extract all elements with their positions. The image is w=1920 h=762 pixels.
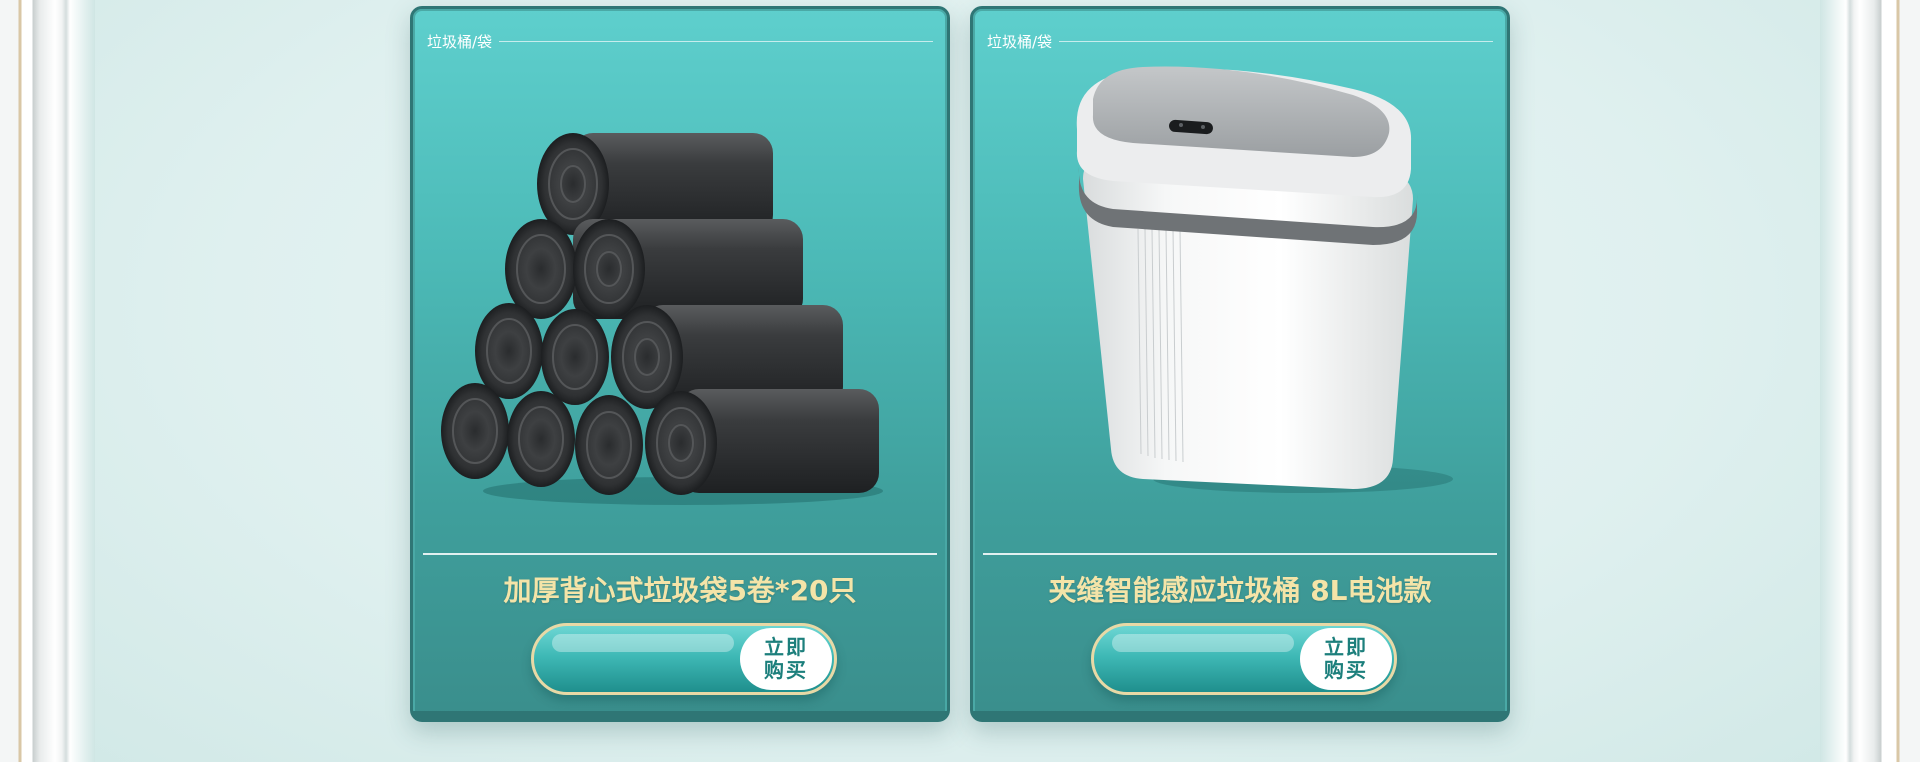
buy-now-button[interactable]: 立即购买 xyxy=(531,623,837,695)
buy-now-badge[interactable]: 立即购买 xyxy=(1300,628,1392,690)
buy-now-label: 立即购买 xyxy=(764,635,808,682)
buy-now-button[interactable]: 立即购买 xyxy=(1091,623,1397,695)
product-image[interactable] xyxy=(413,59,947,549)
category-tag: 垃圾桶/袋 xyxy=(987,33,1053,51)
product-card-trash-bags[interactable]: 垃圾桶/袋 加厚背心式垃圾袋5卷*20只 立即购买 xyxy=(410,6,950,722)
buy-now-badge[interactable]: 立即购买 xyxy=(740,628,832,690)
buy-now-label: 立即购买 xyxy=(1324,635,1368,682)
tag-divider xyxy=(1059,41,1493,42)
product-title[interactable]: 加厚背心式垃圾袋5卷*20只 xyxy=(413,569,947,609)
page-background xyxy=(95,0,1820,762)
card-divider xyxy=(983,553,1497,555)
trash-bag-rolls-icon xyxy=(441,133,883,505)
card-divider xyxy=(423,553,937,555)
product-card-smart-trash-can[interactable]: 垃圾桶/袋 夹缝智能感应垃圾桶 8L电池款 立即购买 xyxy=(970,6,1510,722)
category-tag: 垃圾桶/袋 xyxy=(427,33,493,51)
tag-divider xyxy=(499,41,933,42)
left-frame-decoration xyxy=(0,0,95,762)
smart-trash-can-icon xyxy=(1076,66,1453,493)
product-image[interactable] xyxy=(973,59,1507,549)
product-title[interactable]: 夹缝智能感应垃圾桶 8L电池款 xyxy=(973,569,1507,609)
right-frame-decoration xyxy=(1820,0,1920,762)
